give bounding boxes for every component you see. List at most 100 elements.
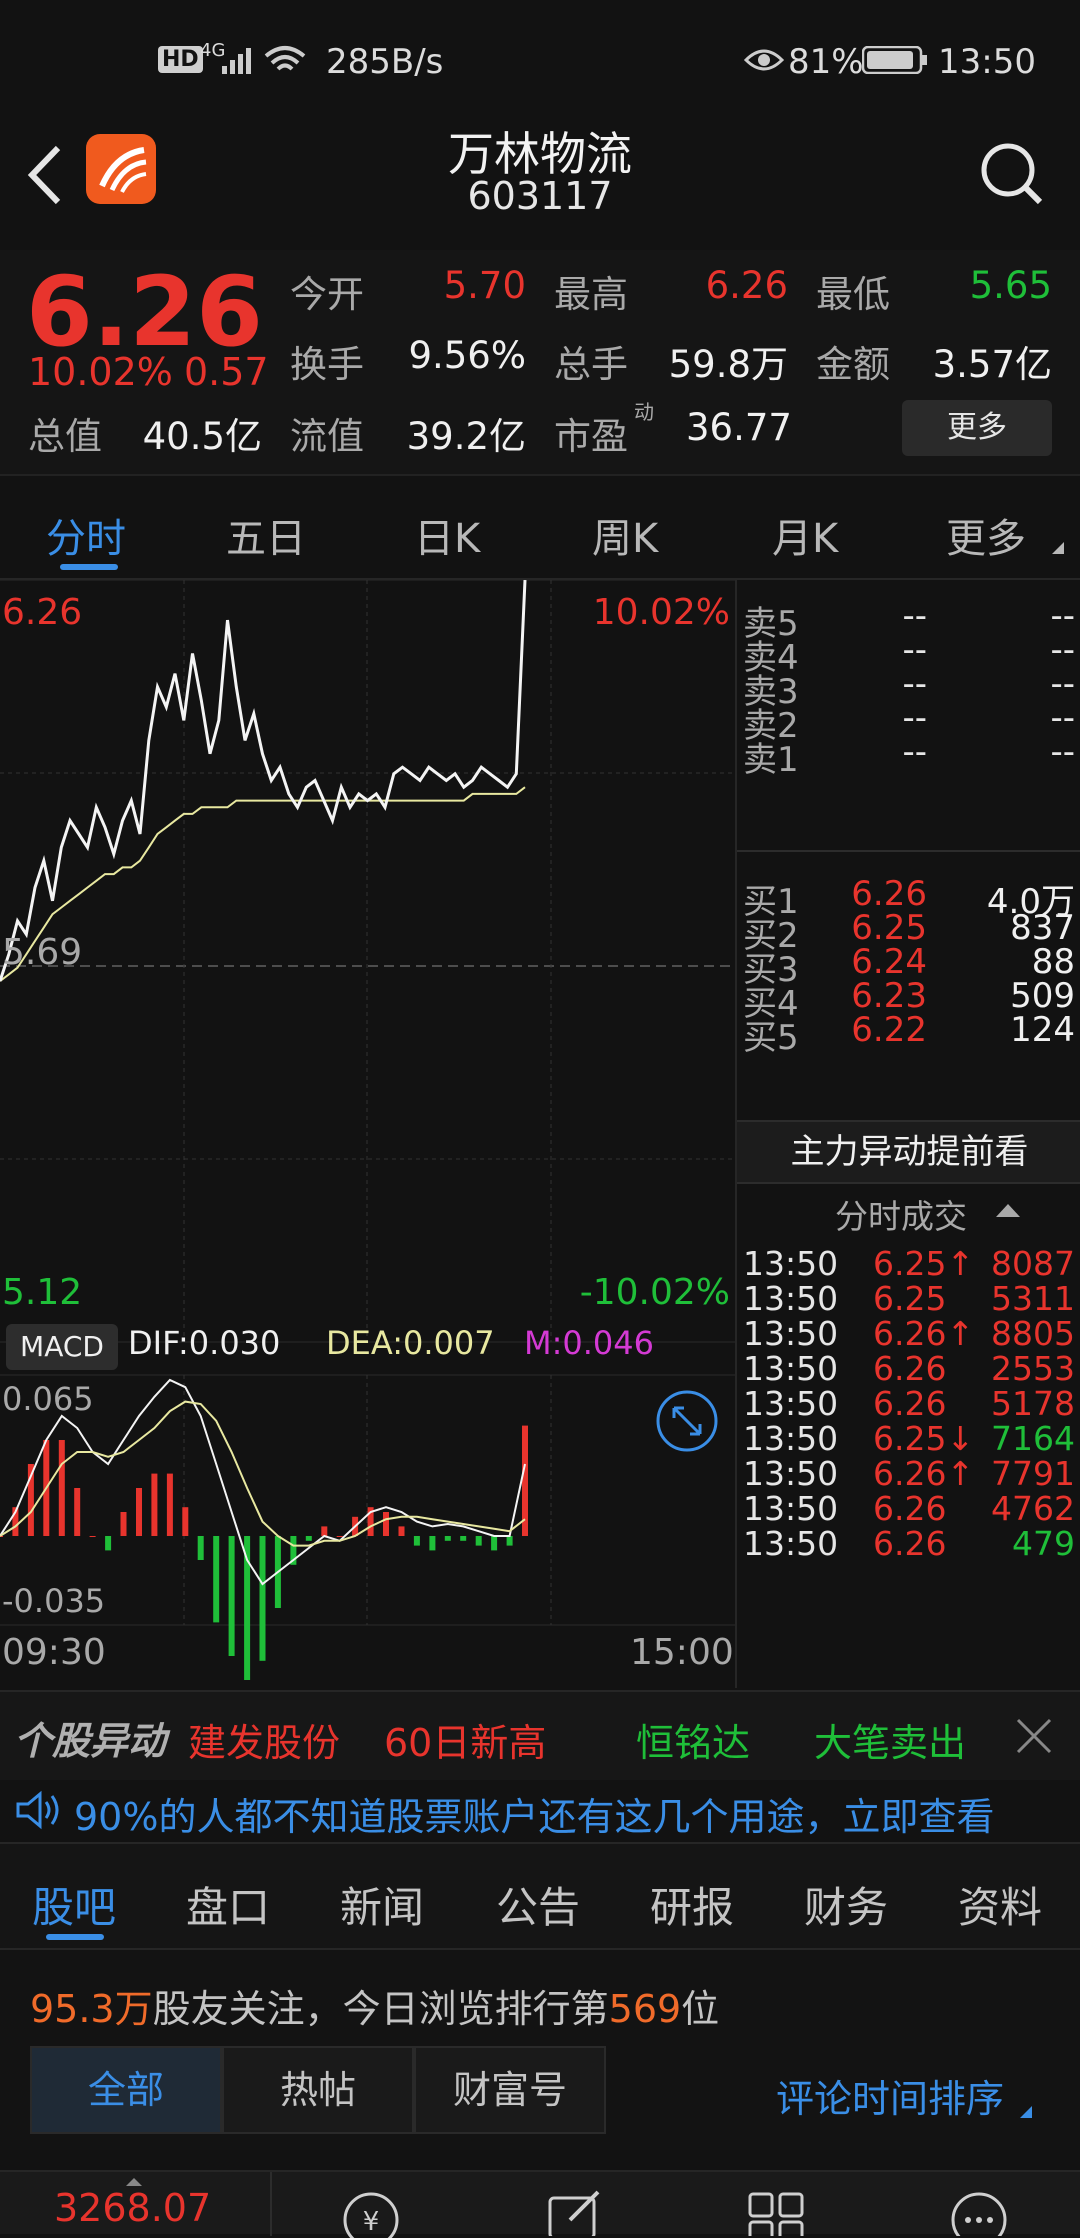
macd-bar <box>506 1536 513 1546</box>
macd-bar <box>444 1536 451 1541</box>
chart-top-percent: 10.02% <box>592 592 730 633</box>
chart-top-price: 6.26 <box>2 592 83 633</box>
hd-icon: HD <box>158 46 203 73</box>
low-value: 5.65 <box>969 264 1052 307</box>
main-force-promo[interactable]: 主力异动提前看 <box>737 1120 1080 1184</box>
chart-canvas <box>0 580 735 1680</box>
forum-stats: 95.3万股友关注，今日浏览排行第569位 <box>30 1978 719 2033</box>
notice-banner[interactable]: 90%的人都不知道股票账户还有这几个用途，立即查看 <box>0 1780 1080 1840</box>
tab-weekly-k[interactable]: 周K <box>592 506 658 564</box>
tab-announcements[interactable]: 公告 <box>496 1874 580 1935</box>
tab-more[interactable]: 更多 <box>946 506 1026 564</box>
macd-dif-value: DIF:0.030 <box>128 1324 281 1362</box>
info-tab-indicator <box>46 1934 104 1940</box>
volume-label: 总手 <box>554 343 628 386</box>
info-tabs: 股吧 盘口 新闻 公告 研报 财务 资料 <box>0 1842 1080 1950</box>
macd-dea-value: DEA:0.007 <box>326 1324 495 1362</box>
back-arrow-icon[interactable] <box>24 142 68 208</box>
level-price: -- <box>902 732 927 772</box>
tab-financials[interactable]: 财务 <box>804 1874 888 1935</box>
level-label: 买5 <box>743 1018 799 1058</box>
post-edit-icon[interactable] <box>540 2186 610 2236</box>
macd-bar <box>136 1488 142 1536</box>
forum-section: 95.3万股友关注，今日浏览排行第569位 全部 热帖 财富号 评论时间排序 <box>0 1950 1080 2150</box>
time-axis-start: 09:30 <box>2 1632 106 1673</box>
macd-bar <box>398 1526 405 1536</box>
trades-title[interactable]: 分时成交 <box>835 1190 967 1238</box>
index-value[interactable]: 3268.07 <box>54 2186 211 2230</box>
clock: 13:50 <box>938 42 1036 82</box>
view-rank-suffix: 位 <box>681 1987 720 2031</box>
alert-stock-1[interactable]: 建发股份 <box>188 1712 340 1767</box>
macd-bar <box>105 1536 112 1551</box>
amount-value: 3.57亿 <box>932 343 1052 386</box>
active-tab-indicator <box>60 564 118 570</box>
quote-panel: 6.26 10.02% 0.57 总值 40.5亿 今开 5.70 最高 6.2… <box>0 250 1080 476</box>
signal-icon <box>222 48 251 74</box>
view-rank: 569 <box>608 1987 682 2031</box>
tab-five-day[interactable]: 五日 <box>226 506 306 564</box>
stock-alert-bar[interactable]: 个股异动 建发股份 60日新高 恒铭达 大笔卖出 <box>0 1690 1080 1780</box>
battery-icon <box>862 46 927 74</box>
trade-row: 13:50 6.26 479 <box>737 1520 1080 1570</box>
alert-logo: 个股异动 <box>14 1719 167 1763</box>
macd-bar <box>413 1536 420 1546</box>
tab-research[interactable]: 研报 <box>650 1874 734 1935</box>
macd-bar <box>460 1536 467 1541</box>
macd-bar <box>228 1536 235 1656</box>
notice-text[interactable]: 90%的人都不知道股票账户还有这几个用途，立即查看 <box>74 1786 994 1841</box>
alert-event-2: 大笔卖出 <box>814 1721 967 1765</box>
macd-bar <box>383 1512 389 1536</box>
search-icon[interactable] <box>976 138 1046 208</box>
eye-icon <box>744 49 784 71</box>
more-options-icon[interactable] <box>944 2186 1014 2236</box>
time-axis-end: 15:00 <box>630 1632 734 1673</box>
filter-wealth[interactable]: 财富号 <box>414 2046 606 2134</box>
network-speed: 285B/s <box>326 42 444 82</box>
grid-menu-icon[interactable] <box>744 2186 814 2236</box>
macd-bar <box>475 1536 482 1546</box>
status-bar: HD 4G 285B/s 81% 13:50 <box>0 0 1080 120</box>
macd-selector-button[interactable]: MACD <box>6 1324 118 1370</box>
trades-collapse-icon[interactable] <box>993 1200 1023 1220</box>
battery-percent: 81% <box>788 42 864 82</box>
svg-text:¥: ¥ <box>363 2207 380 2237</box>
tab-monthly-k[interactable]: 月K <box>772 506 838 564</box>
filter-hot[interactable]: 热帖 <box>222 2046 414 2134</box>
close-icon[interactable] <box>1014 1716 1054 1756</box>
chart-grid <box>0 580 735 1626</box>
filter-all[interactable]: 全部 <box>30 2046 222 2134</box>
macd-bar <box>321 1526 328 1536</box>
tab-news[interactable]: 新闻 <box>340 1874 424 1935</box>
sort-selector[interactable]: 评论时间排序 <box>776 2068 1004 2123</box>
total-value-label: 总值 <box>28 415 102 458</box>
bottom-nav: 3268.07 ¥ <box>0 2170 1080 2238</box>
alert-stock-2[interactable]: 恒铭达 <box>636 1712 750 1767</box>
fullscreen-icon[interactable] <box>654 1388 720 1454</box>
more-button[interactable]: 更多 <box>902 400 1052 456</box>
trade-volume: 479 <box>1012 1524 1075 1563</box>
macd-bar <box>166 1473 173 1536</box>
tab-forum[interactable]: 股吧 <box>32 1874 116 1935</box>
change-percent: 10.02% <box>28 350 173 394</box>
chart-bottom-percent: -10.02% <box>579 1272 730 1313</box>
tab-profile[interactable]: 资料 <box>958 1874 1042 1935</box>
macd-bar <box>197 1536 204 1560</box>
tab-order-book[interactable]: 盘口 <box>186 1874 270 1935</box>
alert-event-1: 60日新高 <box>384 1721 547 1765</box>
nav-divider-1 <box>270 2172 272 2236</box>
trade-icon[interactable]: ¥ <box>336 2188 406 2238</box>
turnover-label: 换手 <box>290 343 364 386</box>
app-logo-icon <box>86 134 156 204</box>
tab-daily-k[interactable]: 日K <box>414 506 480 564</box>
level-price: 6.22 <box>851 1010 927 1050</box>
macd-bar <box>336 1536 343 1537</box>
ask-row: 卖1 -- -- <box>737 728 1080 780</box>
intraday-chart[interactable]: 6.26 10.02% 5.69 5.12 -10.02% MACD DIF:0… <box>0 580 735 1688</box>
float-value: 39.2亿 <box>406 415 526 458</box>
tab-intraday[interactable]: 分时 <box>46 506 126 564</box>
change-amount: 0.57 <box>184 350 269 394</box>
macd-bar <box>182 1507 189 1536</box>
sort-dropdown-icon <box>1020 2106 1032 2118</box>
level-volume: -- <box>1050 732 1075 772</box>
